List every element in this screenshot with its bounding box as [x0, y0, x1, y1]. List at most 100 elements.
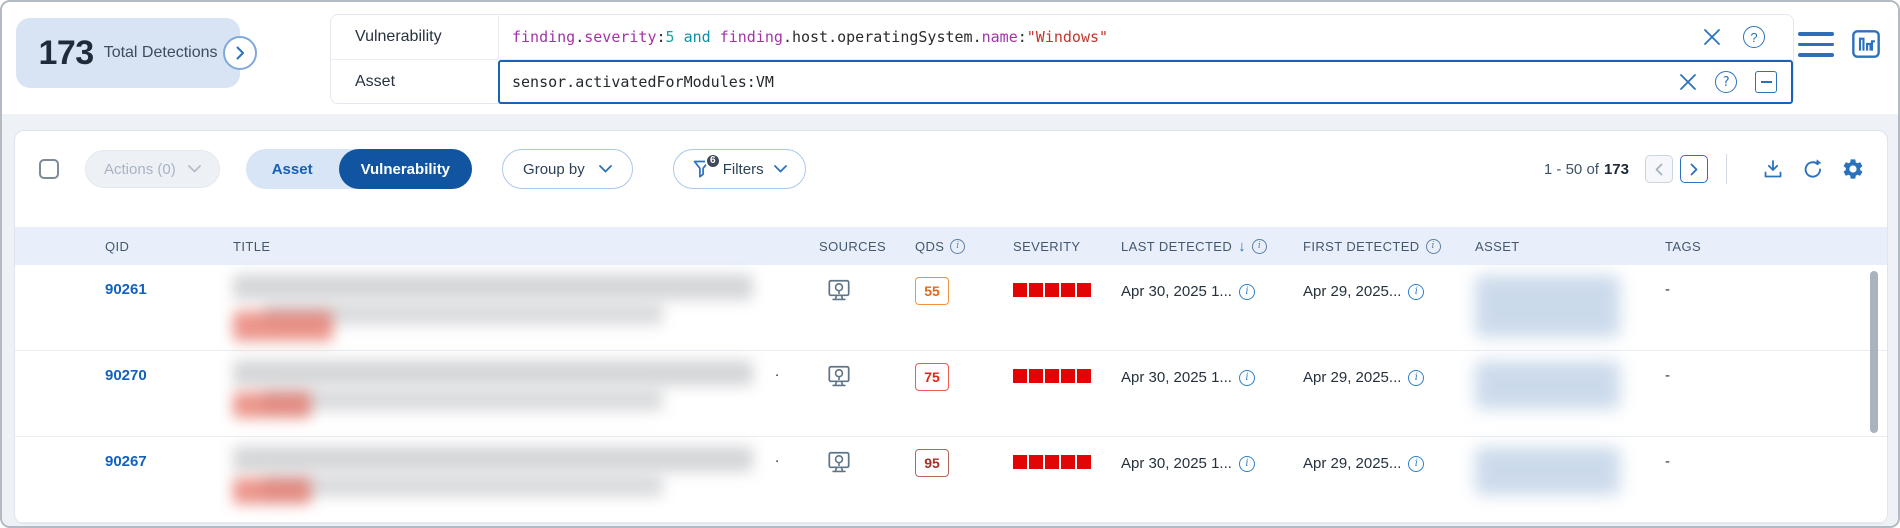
toggle-asset[interactable]: Asset	[246, 161, 339, 178]
asset-cell	[1475, 437, 1665, 495]
table-toolbar: Actions (0) Asset Vulnerability Group by…	[15, 131, 1887, 195]
clear-search-icon[interactable]	[1703, 28, 1721, 46]
download-button[interactable]	[1761, 157, 1785, 181]
top-right-actions	[1798, 28, 1882, 61]
query-token: finding	[720, 28, 783, 46]
column-header-qid[interactable]: QID	[105, 239, 233, 254]
redacted-link-blur	[233, 392, 311, 418]
asset-search-actions: ?	[1679, 71, 1791, 93]
qds-badge[interactable]: 55	[915, 277, 949, 305]
severity-block	[1013, 369, 1027, 383]
filters-dropdown[interactable]: 6 Filters	[673, 149, 806, 189]
qid-link[interactable]: 90261	[105, 265, 233, 298]
sort-descending-icon[interactable]: ↓	[1238, 238, 1246, 255]
chevron-down-icon	[188, 165, 201, 173]
asset-search-label: Asset	[331, 73, 498, 91]
info-icon[interactable]: i	[1239, 456, 1255, 472]
column-header-sources[interactable]: SOURCES	[819, 239, 915, 254]
column-label: TAGS	[1665, 239, 1701, 254]
info-icon[interactable]: i	[1408, 456, 1424, 472]
severity-cell	[1013, 351, 1121, 383]
query-token: .	[575, 28, 584, 46]
qid-link[interactable]: 90267	[105, 437, 233, 470]
column-label: LAST DETECTED	[1121, 239, 1232, 254]
menu-icon[interactable]	[1798, 28, 1834, 61]
severity-block	[1029, 455, 1043, 469]
severity-block	[1029, 283, 1043, 297]
query-token: :	[1018, 28, 1027, 46]
total-detections-chip: 173 Total Detections	[16, 18, 240, 88]
group-by-label: Group by	[523, 161, 585, 178]
column-label: QDS	[915, 239, 944, 254]
redacted-title-blur	[233, 446, 753, 472]
vertical-scrollbar[interactable]	[1870, 271, 1878, 433]
qds-badge[interactable]: 75	[915, 363, 949, 391]
settings-gear-icon[interactable]	[1841, 157, 1865, 181]
column-label: QID	[105, 239, 129, 254]
scanner-icon[interactable]	[825, 363, 853, 391]
column-header-last-detected[interactable]: LAST DETECTED ↓ i	[1121, 238, 1303, 255]
first-detected-cell: Apr 29, 2025... i	[1303, 351, 1475, 386]
qid-link[interactable]: 90270	[105, 351, 233, 384]
severity-block	[1077, 283, 1091, 297]
info-icon[interactable]: i	[1252, 239, 1267, 254]
chart-view-icon[interactable]	[1850, 28, 1882, 60]
collapse-search-icon[interactable]	[1755, 71, 1777, 93]
query-token: .host.operatingSystem.	[783, 28, 982, 46]
scanner-icon[interactable]	[825, 449, 853, 477]
severity-block	[1013, 283, 1027, 297]
actions-dropdown[interactable]: Actions (0)	[85, 150, 220, 188]
total-detections-label: Total Detections	[104, 44, 218, 62]
info-icon[interactable]: i	[1239, 370, 1255, 386]
column-header-asset[interactable]: ASSET	[1475, 239, 1665, 254]
severity-block	[1061, 283, 1075, 297]
info-icon[interactable]: i	[1408, 370, 1424, 386]
last-detected-value: Apr 30, 2025 1...	[1121, 283, 1232, 300]
scanner-icon[interactable]	[825, 277, 853, 305]
first-detected-cell: Apr 29, 2025...i	[1303, 437, 1475, 472]
refresh-button[interactable]	[1801, 157, 1825, 181]
pagination-range: 1 - 50 of	[1544, 161, 1599, 178]
asset-cell	[1475, 351, 1665, 409]
help-icon[interactable]: ?	[1743, 26, 1765, 48]
toggle-vulnerability[interactable]: Vulnerability	[339, 149, 472, 189]
tags-cell: -	[1665, 437, 1887, 470]
next-page-button[interactable]	[1680, 155, 1708, 183]
info-icon[interactable]: i	[950, 239, 965, 254]
severity-block	[1045, 283, 1059, 297]
column-header-qds[interactable]: QDS i	[915, 239, 1013, 254]
filters-label: Filters	[723, 161, 764, 178]
column-header-severity[interactable]: SEVERITY	[1013, 239, 1121, 254]
column-header-tags[interactable]: TAGS	[1665, 239, 1887, 254]
qds-cell: 55	[915, 265, 1013, 305]
clear-search-icon[interactable]	[1679, 73, 1697, 91]
top-bar: 173 Total Detections Vulnerability findi…	[2, 2, 1898, 114]
info-icon[interactable]: i	[1426, 239, 1441, 254]
qds-badge[interactable]: 95	[915, 449, 949, 477]
info-icon[interactable]: i	[1239, 284, 1255, 300]
expand-detections-button[interactable]	[223, 36, 257, 70]
redacted-title-blur	[263, 388, 663, 411]
tags-cell: -	[1665, 351, 1887, 384]
query-token: 5	[666, 28, 675, 46]
vulnerability-query[interactable]: finding.severity:5 and finding.host.oper…	[499, 28, 1703, 46]
column-header-title[interactable]: TITLE	[233, 239, 819, 254]
redacted-title-blur	[233, 274, 753, 300]
column-header-first-detected[interactable]: FIRST DETECTEDi	[1303, 239, 1475, 254]
chevron-down-icon	[774, 165, 787, 173]
asset-search-input[interactable]: sensor.activatedForModules:VM ?	[498, 60, 1793, 104]
previous-page-button[interactable]	[1645, 155, 1673, 183]
vulnerability-search-row: Vulnerability finding.severity:5 and fin…	[331, 15, 1793, 60]
group-by-dropdown[interactable]: Group by	[502, 149, 633, 189]
column-label: TITLE	[233, 239, 270, 254]
title-ellipsis: .	[775, 449, 779, 466]
select-all-checkbox[interactable]	[39, 159, 59, 179]
redacted-asset-blur	[1475, 275, 1620, 337]
first-detected-value: Apr 29, 2025...	[1303, 369, 1401, 386]
help-icon[interactable]: ?	[1715, 71, 1737, 93]
info-icon[interactable]: i	[1408, 284, 1424, 300]
table-row: 90270 . 75 Apr 30, 2025 1...i Apr 29, 20…	[15, 351, 1887, 437]
severity-block	[1029, 369, 1043, 383]
tags-cell: -	[1665, 265, 1887, 298]
severity-block	[1045, 369, 1059, 383]
